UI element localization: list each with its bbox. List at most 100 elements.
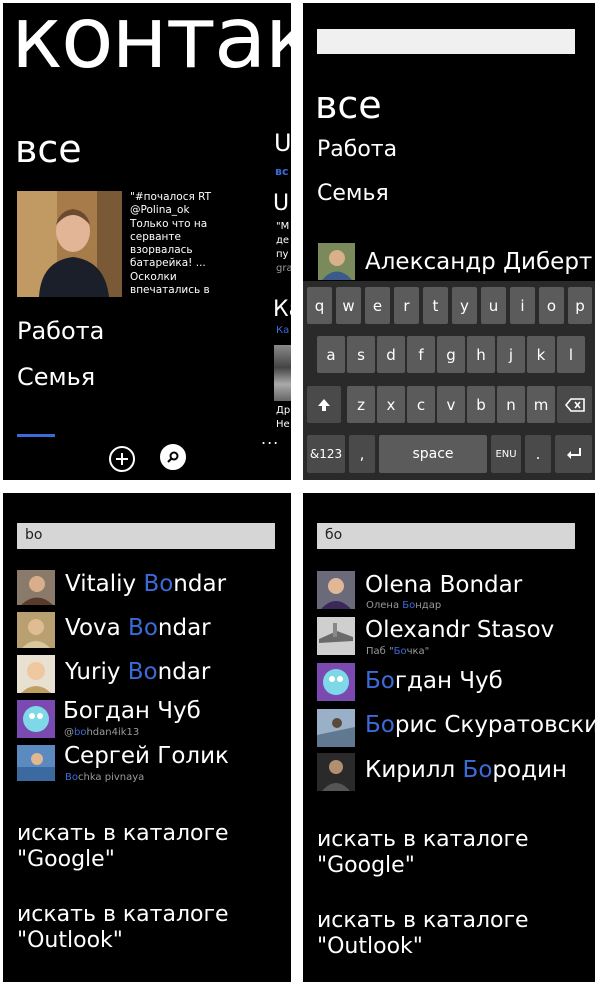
peek-item-line3: пу [276, 249, 289, 260]
group-work[interactable]: Работа [317, 137, 397, 162]
pivot-all[interactable]: все [315, 83, 382, 127]
contact-subline: Олена Бондар [366, 600, 442, 611]
numbers-key[interactable]: &123 [307, 435, 345, 473]
key[interactable]: e [365, 287, 390, 324]
status-line: @Polina_ok [130, 204, 190, 217]
key[interactable]: a [317, 336, 345, 373]
contact-name[interactable]: Vitaliy Bondar [65, 571, 226, 597]
contact-name[interactable]: Борис Скуратовский [365, 712, 595, 738]
search-input[interactable]: bo [17, 523, 275, 549]
contacts-panel-search-empty: все Работа Семья Александр Диберт q w e … [303, 3, 595, 480]
avatar [17, 570, 55, 605]
avatar [317, 617, 355, 655]
key[interactable]: t [423, 287, 448, 324]
status-line: Осколки [130, 270, 177, 283]
status-line: батарейка! ... [130, 257, 206, 270]
key[interactable]: s [347, 336, 375, 373]
contact-name[interactable]: Olexandr Stasov [365, 617, 554, 643]
key[interactable]: m [527, 386, 555, 423]
catalog-name: "Outlook" [17, 928, 123, 953]
status-line: Только что на [130, 217, 208, 230]
pivot-peek-sub: вс [275, 165, 289, 178]
search-input[interactable] [317, 29, 575, 54]
avatar [317, 663, 355, 701]
accent-bar [17, 434, 55, 437]
key[interactable]: p [568, 287, 592, 324]
search-outlook-catalog[interactable]: искать в каталоге "Outlook" [17, 902, 229, 954]
add-button[interactable] [109, 446, 135, 472]
search-button[interactable] [160, 444, 186, 470]
peek-item-line1: "М [276, 221, 290, 232]
peek-item2-title: Ка [273, 297, 291, 322]
search-outlook-catalog[interactable]: искать в каталоге "Outlook" [317, 908, 529, 960]
contact-name[interactable]: Сергей Голик [64, 743, 229, 769]
group-family[interactable]: Семья [317, 181, 389, 206]
search-google-catalog[interactable]: искать в каталоге "Google" [17, 821, 229, 873]
avatar [318, 243, 355, 280]
key[interactable]: d [377, 336, 405, 373]
status-line: впечатались в [130, 284, 210, 297]
more-dots[interactable]: ... [261, 429, 279, 448]
contact-name[interactable]: Богдан Чуб [365, 668, 503, 694]
key[interactable]: b [467, 386, 495, 423]
search-google-catalog[interactable]: искать в каталоге "Google" [317, 827, 529, 879]
key[interactable]: n [497, 386, 525, 423]
avatar [317, 709, 355, 747]
key[interactable]: f [407, 336, 435, 373]
key[interactable]: h [467, 336, 495, 373]
contact-name[interactable]: Yuriy Bondar [65, 659, 210, 685]
enter-key[interactable] [555, 435, 592, 473]
avatar [17, 612, 55, 648]
catalog-label: искать в каталоге [317, 827, 529, 852]
peek-item2-sub: Ка [276, 325, 290, 336]
comma-key[interactable]: , [349, 435, 375, 473]
key[interactable]: z [347, 386, 375, 423]
contacts-panel-main: контак все U вс U "М де пу gra Ка Ка Др … [3, 3, 291, 480]
profile-photo[interactable] [17, 191, 122, 297]
contacts-panel-search-bo: bo Vitaliy Bondar Vova Bondar Yuriy Bond… [3, 493, 291, 982]
group-work[interactable]: Работа [17, 317, 104, 345]
key[interactable]: l [557, 336, 585, 373]
backspace-key[interactable] [557, 386, 592, 423]
peek-item-line2: де [276, 235, 290, 246]
shift-key[interactable] [307, 386, 341, 423]
key[interactable]: r [394, 287, 419, 324]
contact-name[interactable]: Olena Bondar [365, 572, 522, 598]
on-screen-keyboard: q w e r t y u i o p a s d f g h j k l z … [303, 281, 595, 480]
search-input[interactable]: бо [317, 523, 575, 549]
contact-name[interactable]: Кирилл Бородин [365, 757, 567, 783]
key[interactable]: q [307, 287, 332, 324]
catalog-label: искать в каталоге [317, 908, 529, 933]
search-icon [167, 451, 179, 463]
dot-key[interactable]: . [525, 435, 551, 473]
key[interactable]: j [497, 336, 525, 373]
key[interactable]: c [407, 386, 435, 423]
contact-name[interactable]: Vova Bondar [65, 615, 211, 641]
key[interactable]: i [510, 287, 535, 324]
key[interactable]: x [377, 386, 405, 423]
group-family[interactable]: Семья [17, 363, 95, 391]
space-key[interactable]: space [379, 435, 487, 473]
avatar [317, 571, 355, 609]
language-key[interactable]: ENU [491, 435, 521, 473]
key[interactable]: g [437, 336, 465, 373]
catalog-label: искать в каталоге [17, 902, 229, 927]
pivot-all[interactable]: все [15, 127, 82, 171]
contact-name[interactable]: Богдан Чуб [63, 698, 201, 724]
status-line: взорвалась [130, 244, 193, 257]
key[interactable]: y [452, 287, 477, 324]
contact-subline: Паб "Бочка" [366, 646, 430, 657]
key[interactable]: u [481, 287, 506, 324]
key[interactable]: v [437, 386, 465, 423]
key[interactable]: o [539, 287, 564, 324]
avatar [17, 745, 55, 781]
key[interactable]: k [527, 336, 555, 373]
avatar [17, 655, 55, 693]
backspace-icon [564, 397, 585, 412]
catalog-label: искать в каталоге [17, 821, 229, 846]
avatar [317, 753, 355, 791]
key[interactable]: w [336, 287, 361, 324]
enter-icon [566, 448, 581, 459]
status-line: "#почалося RT [130, 191, 212, 203]
contact-name[interactable]: Александр Диберт [365, 249, 592, 275]
